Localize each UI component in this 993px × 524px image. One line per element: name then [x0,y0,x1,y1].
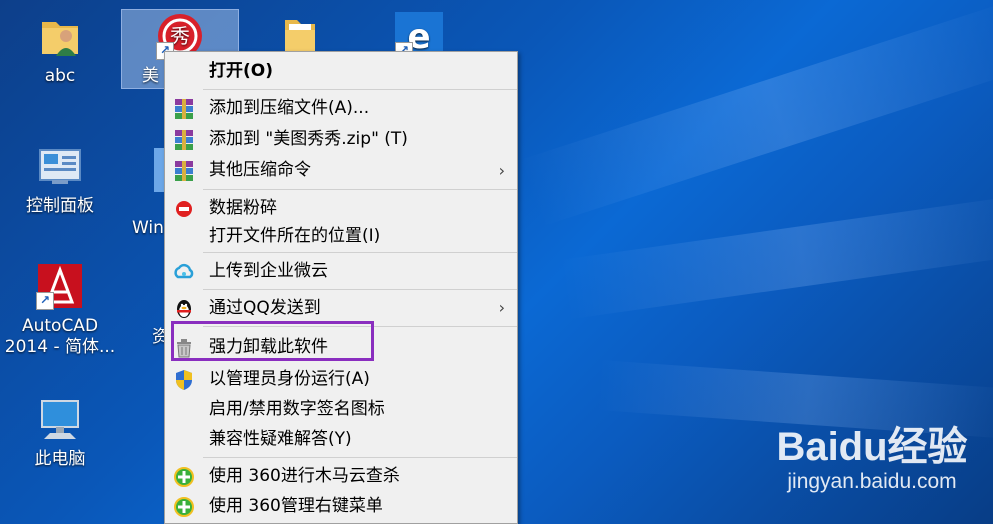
menu-item-label: 添加到 "美图秀秀.zip" (T) [209,129,408,149]
icon-label: abc [44,66,76,86]
icon-label: 控制面板 [26,196,94,216]
menu-item-open[interactable]: 打开(O) [165,56,517,86]
menu-item-upload-weiyun[interactable]: 上传到企业微云 [165,256,517,286]
menu-item-run-as-admin[interactable]: 以管理员身份运行(A) [165,364,517,394]
context-menu[interactable]: 打开(O) 添加到压缩文件(A)... 添加到 "美图秀秀.zip" (T) 其… [164,51,518,524]
menu-item-label: 上传到企业微云 [209,261,328,281]
menu-item-360-scan[interactable]: 使用 360进行木马云查杀 [165,461,517,491]
menu-item-add-to-zip[interactable]: 添加到 "美图秀秀.zip" (T) [165,124,517,155]
control-panel-icon [36,142,84,190]
icon-label-partial: Win [132,218,164,238]
folder-user-icon [36,12,84,60]
wallpaper-beam [560,193,993,320]
winrar-icon [173,98,195,119]
menu-item-360-menu-manage[interactable]: 使用 360管理右键菜单 [165,491,517,521]
menu-item-label: 使用 360进行木马云查杀 [209,466,400,486]
trash-icon [173,337,195,358]
desktop-icon-control-panel[interactable]: 控制面板 [15,142,105,217]
menu-item-label: 启用/禁用数字签名图标 [209,399,385,419]
menu-separator [203,326,517,327]
icon-label: AutoCAD 2014 - 简体... [4,316,116,357]
menu-item-label: 数据粉碎 [209,198,277,218]
qq-penguin-icon [173,298,195,318]
desktop-icon-autocad[interactable]: ↗ AutoCAD 2014 - 简体... [5,262,115,358]
desktop[interactable]: abc 秀 ↗ 美 e ↗ 控制面板 Win ↗ AutoCAD 2014 - … [0,0,993,524]
uac-shield-icon [173,369,195,390]
menu-item-force-uninstall[interactable]: 强力卸载此软件 [165,330,517,364]
menu-item-add-to-archive[interactable]: 添加到压缩文件(A)... [165,93,517,124]
autocad-icon: ↗ [36,262,84,310]
watermark-url: jingyan.baidu.com [787,470,957,493]
desktop-icon-abc[interactable]: abc [15,12,105,87]
winrar-icon [173,160,195,181]
chevron-right-icon: › [498,298,505,317]
menu-item-open-location[interactable]: 打开文件所在的位置(I) [165,223,517,249]
menu-item-label: 使用 360管理右键菜单 [209,496,383,516]
icon-label: 此电脑 [34,449,86,469]
menu-item-send-via-qq[interactable]: 通过QQ发送到 › [165,293,517,323]
weiyun-cloud-icon [173,261,195,281]
winrar-icon [173,129,195,150]
menu-separator [203,289,517,290]
menu-item-label: 添加到压缩文件(A)... [209,98,370,118]
menu-item-label: 其他压缩命令 [209,160,311,180]
shortcut-arrow-icon: ↗ [36,292,54,310]
menu-separator [203,457,517,458]
shred-icon [173,198,195,218]
menu-separator [203,89,517,90]
menu-item-label: 兼容性疑难解答(Y) [209,429,352,449]
360-icon [173,466,195,487]
menu-item-toggle-signature[interactable]: 启用/禁用数字签名图标 [165,394,517,424]
menu-item-label: 以管理员身份运行(A) [209,369,370,389]
menu-item-other-compress[interactable]: 其他压缩命令 › [165,155,517,186]
computer-icon [36,395,84,443]
wallpaper-beam [520,0,993,227]
menu-item-label: 打开文件所在的位置(I) [209,226,381,246]
menu-item-label: 强力卸载此软件 [209,337,328,357]
menu-separator [203,252,517,253]
menu-item-data-shred[interactable]: 数据粉碎 [165,193,517,223]
menu-item-label: 打开(O) [209,61,273,81]
baidu-jingyan-watermark: Baidu经验 jingyan.baidu.com [762,425,982,495]
360-icon [173,496,195,517]
chevron-right-icon: › [498,161,505,180]
menu-item-compatibility[interactable]: 兼容性疑难解答(Y) [165,424,517,454]
menu-separator [203,189,517,190]
watermark-main: Baidu经验 [776,425,968,469]
menu-item-label: 通过QQ发送到 [209,298,321,318]
desktop-icon-this-pc[interactable]: 此电脑 [15,395,105,470]
